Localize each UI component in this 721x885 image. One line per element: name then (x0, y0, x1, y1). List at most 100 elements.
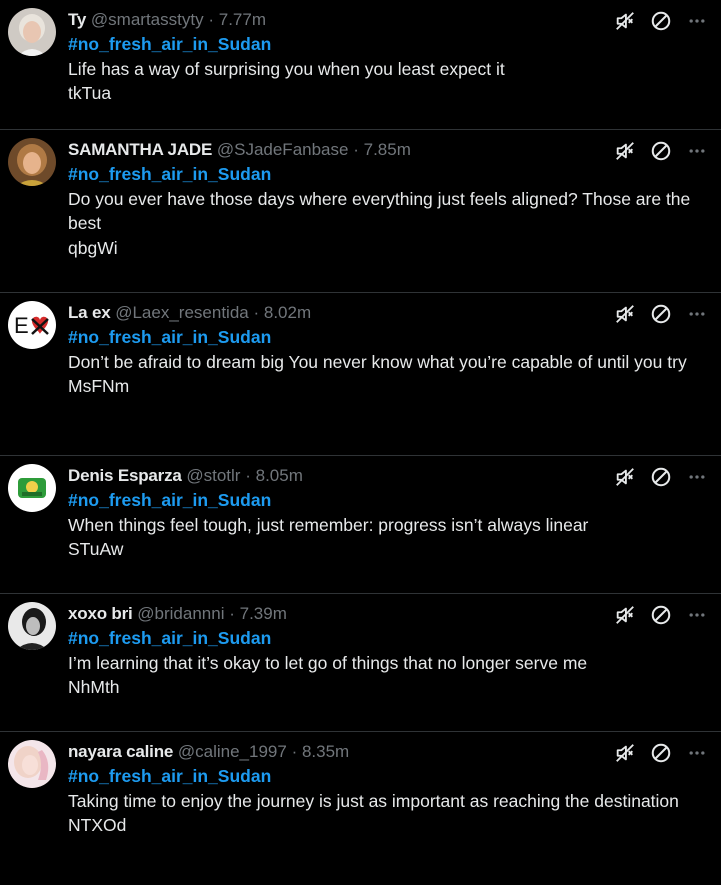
more-button[interactable] (685, 9, 709, 33)
more-horizontal-icon (687, 605, 707, 625)
hashtag-link[interactable]: #no_fresh_air_in_Sudan (68, 488, 713, 513)
block-button[interactable] (649, 741, 673, 765)
post-header: Ty @smartasstyty · 7.77m (68, 9, 266, 31)
post-body: #no_fresh_air_in_Sudan Taking time to en… (68, 764, 713, 838)
more-button[interactable] (685, 603, 709, 627)
timestamp[interactable]: 7.77m (219, 10, 266, 29)
post-header: nayara caline @caline_1997 · 8.35m (68, 741, 349, 763)
author-name[interactable]: Ty (68, 10, 86, 29)
more-button[interactable] (685, 139, 709, 163)
more-button[interactable] (685, 465, 709, 489)
separator-dot: · (208, 10, 214, 29)
separator-dot: · (253, 303, 260, 322)
post-code: MsFNm (68, 376, 130, 396)
avatar[interactable] (8, 138, 56, 186)
timeline-feed: Ty @smartasstyty · 7.77m #no_fresh_air_i… (0, 0, 721, 885)
speaker-mute-icon (614, 466, 636, 488)
post-text: Do you ever have those days where everyt… (68, 188, 691, 234)
post-header: SAMANTHA JADE @SJadeFanbase · 7.85m (68, 139, 411, 161)
post-body: #no_fresh_air_in_Sudan Don’t be afraid t… (68, 325, 713, 399)
avatar[interactable] (8, 740, 56, 788)
author-handle[interactable]: @smartasstyty (91, 10, 204, 29)
speaker-mute-icon (614, 303, 636, 325)
timestamp[interactable]: 7.85m (364, 140, 411, 159)
avatar[interactable] (8, 8, 56, 56)
post-code: tkTua (68, 83, 112, 103)
post-text: When things feel tough, just remember: p… (68, 514, 589, 535)
more-horizontal-icon (687, 304, 707, 324)
post-header: Denis Esparza @stotlr · 8.05m (68, 465, 303, 487)
post-text: Don’t be afraid to dream big You never k… (68, 351, 687, 372)
block-button[interactable] (649, 603, 673, 627)
mute-button[interactable] (613, 603, 637, 627)
post-actions (601, 139, 709, 163)
hashtag-link[interactable]: #no_fresh_air_in_Sudan (68, 764, 713, 789)
post-code: NTXOd (68, 815, 127, 835)
post-header: La ex @Laex_resentida · 8.02m (68, 302, 311, 324)
separator-dot: · (353, 140, 359, 159)
author-handle[interactable]: @bridannni (137, 604, 224, 623)
block-button[interactable] (649, 302, 673, 326)
mute-button[interactable] (613, 9, 637, 33)
author-handle[interactable]: @SJadeFanbase (217, 140, 349, 159)
author-name[interactable]: Denis Esparza (68, 466, 182, 485)
hashtag-link[interactable]: #no_fresh_air_in_Sudan (68, 325, 713, 350)
block-button[interactable] (649, 139, 673, 163)
post-actions (601, 465, 709, 489)
block-icon (650, 604, 672, 626)
avatar[interactable] (8, 464, 56, 512)
author-name[interactable]: La ex (68, 303, 111, 322)
mute-button[interactable] (613, 465, 637, 489)
post-actions (601, 741, 709, 765)
avatar[interactable]: E (8, 301, 56, 349)
post-body: #no_fresh_air_in_Sudan I’m learning that… (68, 626, 713, 700)
timestamp[interactable]: 7.39m (240, 604, 287, 623)
block-button[interactable] (649, 465, 673, 489)
post-code: STuAw (68, 539, 124, 559)
post-body: #no_fresh_air_in_Sudan Life has a way of… (68, 32, 713, 106)
speaker-mute-icon (614, 742, 636, 764)
avatar[interactable] (8, 602, 56, 650)
post-code: NhMth (68, 677, 120, 697)
post[interactable]: nayara caline @caline_1997 · 8.35m #no_f… (0, 732, 721, 885)
more-button[interactable] (685, 741, 709, 765)
mute-button[interactable] (613, 139, 637, 163)
post-header: xoxo bri @bridannni · 7.39m (68, 603, 287, 625)
more-horizontal-icon (687, 11, 707, 31)
post[interactable]: Denis Esparza @stotlr · 8.05m #no_fresh_… (0, 456, 721, 594)
post[interactable]: xoxo bri @bridannni · 7.39m #no_fresh_ai… (0, 594, 721, 732)
mute-button[interactable] (613, 741, 637, 765)
post-text: Life has a way of surprising you when yo… (68, 58, 505, 79)
post-actions (601, 603, 709, 627)
author-handle[interactable]: @stotlr (186, 466, 240, 485)
post[interactable]: E La ex @Laex_resentida · 8.02m #no_fres… (0, 293, 721, 456)
post-body: #no_fresh_air_in_Sudan Do you ever have … (68, 162, 713, 260)
block-icon (650, 10, 672, 32)
author-handle[interactable]: @caline_1997 (178, 742, 287, 761)
post[interactable]: Ty @smartasstyty · 7.77m #no_fresh_air_i… (0, 0, 721, 130)
hashtag-link[interactable]: #no_fresh_air_in_Sudan (68, 626, 713, 651)
separator-dot: · (291, 742, 298, 761)
more-button[interactable] (685, 302, 709, 326)
author-name[interactable]: nayara caline (68, 742, 173, 761)
more-horizontal-icon (687, 141, 707, 161)
block-button[interactable] (649, 9, 673, 33)
hashtag-link[interactable]: #no_fresh_air_in_Sudan (68, 162, 713, 187)
timestamp[interactable]: 8.02m (264, 303, 311, 322)
more-horizontal-icon (687, 743, 707, 763)
timestamp[interactable]: 8.35m (302, 742, 349, 761)
post-body: #no_fresh_air_in_Sudan When things feel … (68, 488, 713, 562)
author-handle[interactable]: @Laex_resentida (115, 303, 249, 322)
block-icon (650, 303, 672, 325)
post[interactable]: SAMANTHA JADE @SJadeFanbase · 7.85m #no_… (0, 130, 721, 293)
post-actions (601, 9, 709, 33)
hashtag-link[interactable]: #no_fresh_air_in_Sudan (68, 32, 713, 57)
author-name[interactable]: SAMANTHA JADE (68, 140, 212, 159)
author-name[interactable]: xoxo bri (68, 604, 133, 623)
more-horizontal-icon (687, 467, 707, 487)
timestamp[interactable]: 8.05m (256, 466, 303, 485)
mute-button[interactable] (613, 302, 637, 326)
post-actions (601, 302, 709, 326)
separator-dot: · (229, 604, 235, 623)
separator-dot: · (245, 466, 251, 485)
